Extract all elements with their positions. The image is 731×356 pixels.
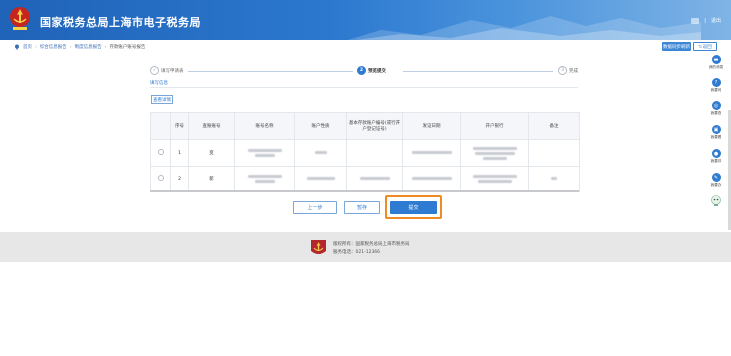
- account-name-redacted: [236, 148, 293, 158]
- sidebar-label: 我要查: [710, 111, 722, 115]
- table-header: 备注: [528, 112, 580, 140]
- step-number: 3: [558, 66, 567, 75]
- submit-button[interactable]: 提交: [390, 201, 437, 214]
- back-button[interactable]: ⮌ 返回: [693, 42, 717, 51]
- sidebar-item-view[interactable]: ▣ 我要看: [705, 125, 727, 140]
- sidebar-label: 我要问: [710, 88, 722, 92]
- table-header: 发证日期: [402, 112, 461, 140]
- handle-icon: ✎: [711, 173, 721, 182]
- save-draft-button[interactable]: 暂存: [344, 201, 380, 214]
- header-separator: |: [704, 17, 706, 24]
- breadcrumb: 首页 › 综合信息报告 › 制度信息报告 › 存款账户账号报告: [14, 44, 145, 50]
- account-name-redacted: [236, 174, 293, 184]
- sidebar-label: 我要评: [710, 159, 722, 163]
- sidebar-label: 我要办: [710, 183, 722, 187]
- back-button-label: 返回: [702, 44, 712, 50]
- table-header: 开户银行: [460, 112, 529, 140]
- search-icon: ◎: [711, 101, 721, 110]
- step-complete: 3 完成: [556, 66, 580, 75]
- footer-copyright: 版权所有：国家税务总局上海市税务局: [333, 242, 410, 247]
- previous-step-button[interactable]: 上一步: [293, 201, 337, 214]
- header-banner: 国家税务总局上海市电子税务局 | 退出: [0, 0, 731, 40]
- breadcrumb-separator: ›: [104, 44, 107, 50]
- user-name-redacted[interactable]: [691, 17, 700, 24]
- row-account-flag: 新: [188, 166, 235, 192]
- breadcrumb-comprehensive[interactable]: 综合信息报告: [40, 44, 67, 50]
- table-header-row: 序号 查账账号 账号名称 账户性质 基本存款账户编号(或行开户登记证号) 发证日…: [150, 112, 580, 140]
- sidebar-label: 我的消息: [708, 65, 724, 69]
- view-details-button[interactable]: 查看详情: [151, 95, 173, 104]
- return-arrow-icon: ⮌: [698, 44, 702, 50]
- table-row[interactable]: 2 新: [150, 166, 580, 192]
- page-title: 国家税务总局上海市电子税务局: [40, 16, 201, 29]
- sidebar-item-robot[interactable]: [705, 195, 727, 206]
- mountain-skyline-decoration: [347, 16, 701, 40]
- remark-redacted: [551, 176, 557, 180]
- tax-emblem-footer-icon: [311, 240, 326, 254]
- footer-service-phone: 服务电话：021-12366: [333, 250, 381, 255]
- account-type-redacted: [314, 150, 327, 154]
- step-connector: [188, 71, 353, 72]
- bank-name-redacted: [462, 146, 527, 161]
- breadcrumb-separator: ›: [69, 44, 72, 50]
- row-select-radio[interactable]: [157, 175, 164, 181]
- table-header: 基本存款账户编号(或行开户登记证号): [346, 112, 403, 140]
- breadcrumb-home[interactable]: 首页: [23, 44, 32, 50]
- step-connector: [403, 71, 553, 72]
- table-header: 序号: [170, 112, 189, 140]
- logout-link[interactable]: 退出: [711, 17, 721, 24]
- view-icon: ▣: [711, 125, 721, 134]
- table-header: 查账账号: [188, 112, 235, 140]
- step-preview-submit: 2 预览提交: [355, 66, 388, 75]
- account-type-redacted: [306, 176, 335, 180]
- step-label: 预览提交: [368, 68, 386, 74]
- row-select-radio[interactable]: [157, 149, 164, 155]
- message-icon: ▬: [711, 55, 721, 64]
- breadcrumb-separator: ›: [35, 44, 37, 50]
- sidebar-item-ask[interactable]: ? 我要问: [705, 78, 727, 93]
- sidebar-item-rate[interactable]: ● 我要评: [705, 149, 727, 164]
- table-row[interactable]: 1 变: [150, 139, 580, 167]
- remark-empty: [528, 139, 580, 167]
- row-seq: 2: [170, 166, 189, 192]
- sidebar-item-handle[interactable]: ✎ 我要办: [705, 173, 727, 188]
- sidebar-label: 我要看: [710, 135, 722, 139]
- footer: [0, 232, 731, 262]
- basic-account-id-empty: [346, 139, 403, 167]
- table-header: 账户性质: [294, 112, 347, 140]
- sidebar-item-messages[interactable]: ▬ 我的消息: [705, 55, 727, 70]
- step-label: 完成: [569, 68, 578, 74]
- robot-assistant-icon: [711, 195, 721, 206]
- data-sync-refresh-button[interactable]: 数据同步刷新: [662, 42, 691, 51]
- account-table: 序号 查账账号 账号名称 账户性质 基本存款账户编号(或行开户登记证号) 发证日…: [150, 112, 580, 192]
- breadcrumb-system-report[interactable]: 制度信息报告: [75, 44, 102, 50]
- step-number: 2: [357, 66, 366, 75]
- sidebar-item-search[interactable]: ◎ 我要查: [705, 101, 727, 116]
- table-header: [150, 112, 171, 140]
- tax-bureau-emblem-logo: [10, 7, 30, 30]
- bank-name-redacted: [462, 174, 527, 184]
- header-user-area: | 退出: [691, 17, 721, 24]
- row-account-flag: 变: [188, 139, 235, 167]
- tab-underline-divider: [150, 87, 578, 88]
- step-label: 填写申请表: [161, 68, 184, 74]
- issue-date-redacted: [411, 150, 452, 154]
- issue-date-redacted: [411, 176, 452, 180]
- progress-steps: ✓ 填写申请表 2 预览提交 3 完成: [148, 66, 588, 78]
- location-pin-icon: [15, 44, 19, 50]
- basic-account-id-redacted: [359, 176, 390, 180]
- rate-icon: ●: [711, 149, 721, 158]
- breadcrumb-current: 存款账户账号报告: [109, 45, 146, 50]
- step-fill-form: ✓ 填写申请表: [148, 66, 186, 75]
- ask-icon: ?: [711, 78, 721, 87]
- row-seq: 1: [170, 139, 189, 167]
- table-header: 账号名称: [234, 112, 295, 140]
- table-horizontal-scrollbar[interactable]: [150, 190, 579, 192]
- step-done-check-icon: ✓: [150, 66, 159, 75]
